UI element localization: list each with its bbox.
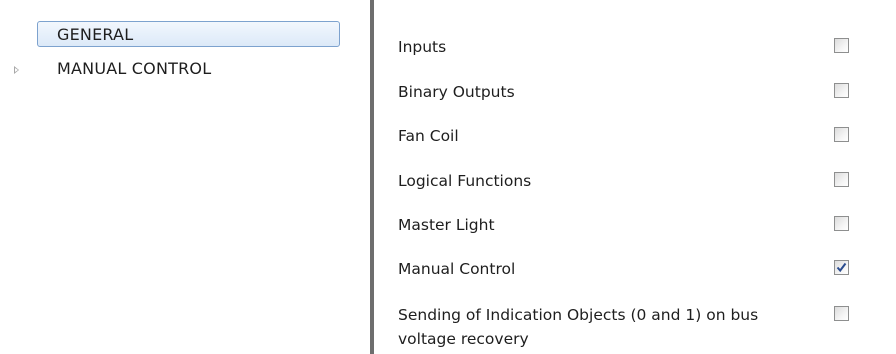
tree-item-general[interactable]: GENERAL bbox=[37, 21, 340, 47]
general-settings-panel: Inputs Binary Outputs Fan Coil Logical F… bbox=[374, 0, 896, 354]
option-row-manual-control: Manual Control bbox=[398, 257, 868, 281]
sending-indication-objects-checkbox[interactable] bbox=[834, 306, 849, 321]
fan-coil-checkbox[interactable] bbox=[834, 127, 849, 142]
option-label: Inputs bbox=[398, 38, 447, 56]
binary-outputs-checkbox[interactable] bbox=[834, 83, 849, 98]
option-label: Fan Coil bbox=[398, 127, 459, 145]
option-label: Binary Outputs bbox=[398, 83, 515, 101]
check-icon bbox=[836, 262, 847, 273]
option-row-sending-indication-objects: Sending of Indication Objects (0 and 1) … bbox=[398, 303, 868, 351]
option-label: Manual Control bbox=[398, 260, 516, 278]
option-label: Master Light bbox=[398, 216, 495, 234]
option-label: Logical Functions bbox=[398, 172, 532, 190]
tree-item-manual-control[interactable]: MANUAL CONTROL bbox=[0, 57, 360, 83]
tree-item-label: MANUAL CONTROL bbox=[57, 59, 212, 78]
tree-item-label: GENERAL bbox=[37, 21, 340, 47]
option-row-master-light: Master Light bbox=[398, 213, 868, 237]
expand-arrow-icon[interactable] bbox=[14, 66, 19, 74]
inputs-checkbox[interactable] bbox=[834, 38, 849, 53]
option-row-logical-functions: Logical Functions bbox=[398, 169, 868, 193]
master-light-checkbox[interactable] bbox=[834, 216, 849, 231]
option-row-binary-outputs: Binary Outputs bbox=[398, 80, 868, 104]
option-row-inputs: Inputs bbox=[398, 35, 868, 59]
tree-sidebar: GENERAL MANUAL CONTROL bbox=[0, 0, 370, 354]
option-label: Sending of Indication Objects (0 and 1) … bbox=[398, 306, 759, 348]
logical-functions-checkbox[interactable] bbox=[834, 172, 849, 187]
option-row-fan-coil: Fan Coil bbox=[398, 124, 868, 148]
manual-control-checkbox[interactable] bbox=[834, 260, 849, 275]
